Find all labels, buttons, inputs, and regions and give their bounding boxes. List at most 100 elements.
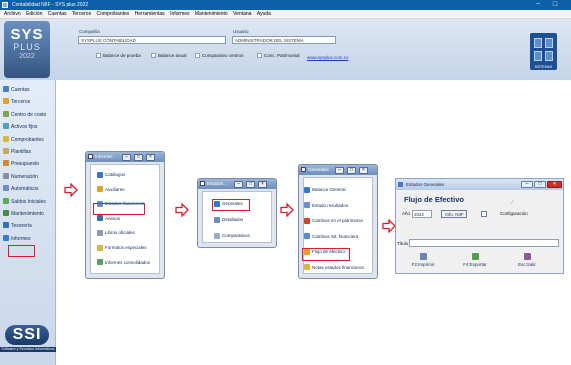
menu-informes[interactable]: Informes — [170, 10, 189, 19]
menu-cuentas[interactable]: Cuentas — [48, 10, 67, 19]
quick-balance-anual[interactable]: Balance anual — [151, 53, 187, 59]
minimize-button[interactable]: – — [122, 154, 131, 161]
sidebar-item-label: Automáticos — [11, 186, 39, 193]
info-niif-button[interactable]: Info. NIIF — [441, 210, 467, 218]
dialog-titlebar[interactable]: Estados Generales – □ ✕ — [396, 179, 563, 190]
close-button[interactable]: × — [359, 167, 368, 174]
print-button[interactable]: F2:Imprimir — [403, 253, 443, 271]
restore-button[interactable]: □ — [134, 154, 143, 161]
menu-item-icon — [304, 233, 310, 239]
minimize-button[interactable]: – — [234, 181, 243, 188]
minimize-button[interactable]: – — [335, 167, 344, 174]
menu-archivo[interactable]: Archivo — [4, 10, 21, 19]
export-button[interactable]: F4:Exportar — [455, 253, 495, 271]
menu-item-icon — [304, 264, 310, 270]
informes-item[interactable]: Anexos — [97, 215, 120, 222]
year-input[interactable]: 2022 — [412, 210, 432, 218]
close-button[interactable]: × — [146, 154, 155, 161]
sidebar-item-label: Cuentas — [11, 87, 30, 93]
maximize-button[interactable]: □ — [534, 181, 546, 188]
menu-item-icon — [97, 229, 103, 236]
quick-label: Conc. Patrimonial — [264, 53, 300, 58]
restore-button[interactable]: □ — [246, 181, 255, 188]
estados-item-label: Detallados — [222, 217, 244, 222]
window-informes-titlebar[interactable]: Informes – □ × — [86, 152, 164, 162]
sidebar-item[interactable]: Comprobantes — [3, 135, 53, 145]
menu-ayuda[interactable]: Ayuda — [257, 10, 271, 19]
informes-item[interactable]: Catálogos — [97, 171, 125, 178]
minimize-button[interactable]: – — [521, 181, 533, 188]
logo-cell-icon — [545, 38, 553, 48]
company-field[interactable]: SYSPLUS CONTABILIDAD — [78, 36, 226, 44]
config-label[interactable]: Configuración — [500, 210, 528, 217]
config-checkbox[interactable] — [481, 211, 487, 217]
generales-item[interactable]: Balance General — [304, 186, 346, 193]
reports-icon — [3, 234, 9, 241]
vouchers-icon — [3, 135, 9, 142]
menu-item-icon — [97, 259, 103, 266]
estados-item[interactable]: Comparativos — [214, 232, 250, 239]
sidebar-item[interactable]: Saldos Iniciales — [3, 197, 53, 207]
menu-herramientas[interactable]: Herramientas — [135, 10, 165, 19]
sidebar-item[interactable]: Centro de costo — [3, 110, 53, 120]
restore-button[interactable]: □ — [347, 167, 356, 174]
generales-item[interactable]: Notas estados financieros — [304, 264, 364, 271]
minimize-button[interactable]: − — [531, 0, 545, 10]
sidebar-item[interactable]: Numeración — [3, 172, 53, 182]
window-informes-title: Informes — [95, 154, 113, 159]
exit-button[interactable]: Esc:Salir — [507, 253, 547, 271]
sidebar-item[interactable]: Terceros — [3, 98, 53, 107]
menu-mantenimiento[interactable]: Mantenimiento — [195, 10, 228, 19]
close-button[interactable]: × — [258, 181, 267, 188]
menu-edicion[interactable]: Edición — [26, 10, 42, 19]
sidebar-item[interactable]: Automáticos — [3, 185, 53, 194]
informes-item[interactable]: Informes consolidados — [97, 259, 150, 266]
informes-item-label: Informes consolidados — [105, 259, 151, 265]
window-icon — [301, 167, 306, 172]
quick-label: Balance de prueba — [103, 53, 141, 58]
website-link[interactable]: www.sysplus.com.co — [307, 55, 349, 60]
informes-item[interactable]: Libros oficiales — [97, 229, 135, 236]
logo-cell-icon — [545, 51, 553, 61]
checkbox-icon — [151, 53, 156, 58]
logo-cell-icon — [534, 38, 542, 48]
sidebar-item[interactable]: Presupuesto — [3, 160, 53, 169]
quick-label: Balance anual — [158, 53, 187, 58]
user-field[interactable]: ADMINISTRADOR DEL SISTEMA — [232, 36, 336, 44]
menu-comprobantes[interactable]: Comprobantes — [96, 10, 129, 19]
sidebar-item[interactable]: Cuentas — [3, 86, 53, 95]
sidebar-item[interactable]: Informes — [3, 234, 53, 244]
window-generales-titlebar[interactable]: Generales – □ × — [299, 165, 377, 175]
numbering-icon — [3, 172, 9, 179]
highlight-flujo-efectivo — [302, 248, 350, 261]
window-estados-titlebar[interactable]: Estados... – □ × — [198, 179, 276, 189]
app-title: Contabilidad NIIF - SYS plus 2022 — [12, 2, 89, 8]
menu-item-icon — [304, 202, 310, 208]
menu-ventana[interactable]: Ventana — [233, 10, 251, 19]
menu-item-icon — [97, 186, 103, 193]
menu-terceros[interactable]: Terceros — [72, 10, 91, 19]
generales-item[interactable]: Cambios en el patrimonio — [304, 217, 363, 224]
highlight-generales — [212, 199, 250, 211]
informes-item-label: Formatos especiales — [105, 245, 147, 250]
menu-item-icon — [97, 171, 103, 178]
checkbox-icon — [195, 53, 200, 58]
title-input[interactable] — [409, 239, 559, 247]
close-button[interactable]: ✕ — [547, 181, 562, 188]
generales-item[interactable]: Cambios Sit. financiera — [304, 233, 358, 240]
estados-item[interactable]: Detallados — [214, 216, 243, 223]
sidebar-item[interactable]: Mantenimiento — [3, 210, 53, 219]
sidebar-item-label: Terceros — [11, 99, 31, 106]
sidebar-item[interactable]: Activos fijos — [3, 123, 53, 132]
sidebar-item[interactable]: Tesorería — [3, 222, 53, 231]
templates-icon — [3, 148, 9, 154]
informes-item[interactable]: Formatos especiales — [97, 244, 147, 251]
sidebar-item[interactable]: Plantillas — [3, 148, 53, 157]
maximize-button[interactable]: □ — [548, 0, 562, 10]
quick-balance-prueba[interactable]: Balance de prueba — [96, 53, 141, 59]
menu-item-icon — [97, 215, 103, 222]
quick-comparativo-centros[interactable]: Comparativo centros — [195, 53, 244, 59]
quick-conc-patrimonial[interactable]: Conc. Patrimonial — [257, 53, 300, 59]
informes-item[interactable]: Auxiliares — [97, 186, 125, 193]
generales-item[interactable]: Estado resultados — [304, 202, 348, 209]
